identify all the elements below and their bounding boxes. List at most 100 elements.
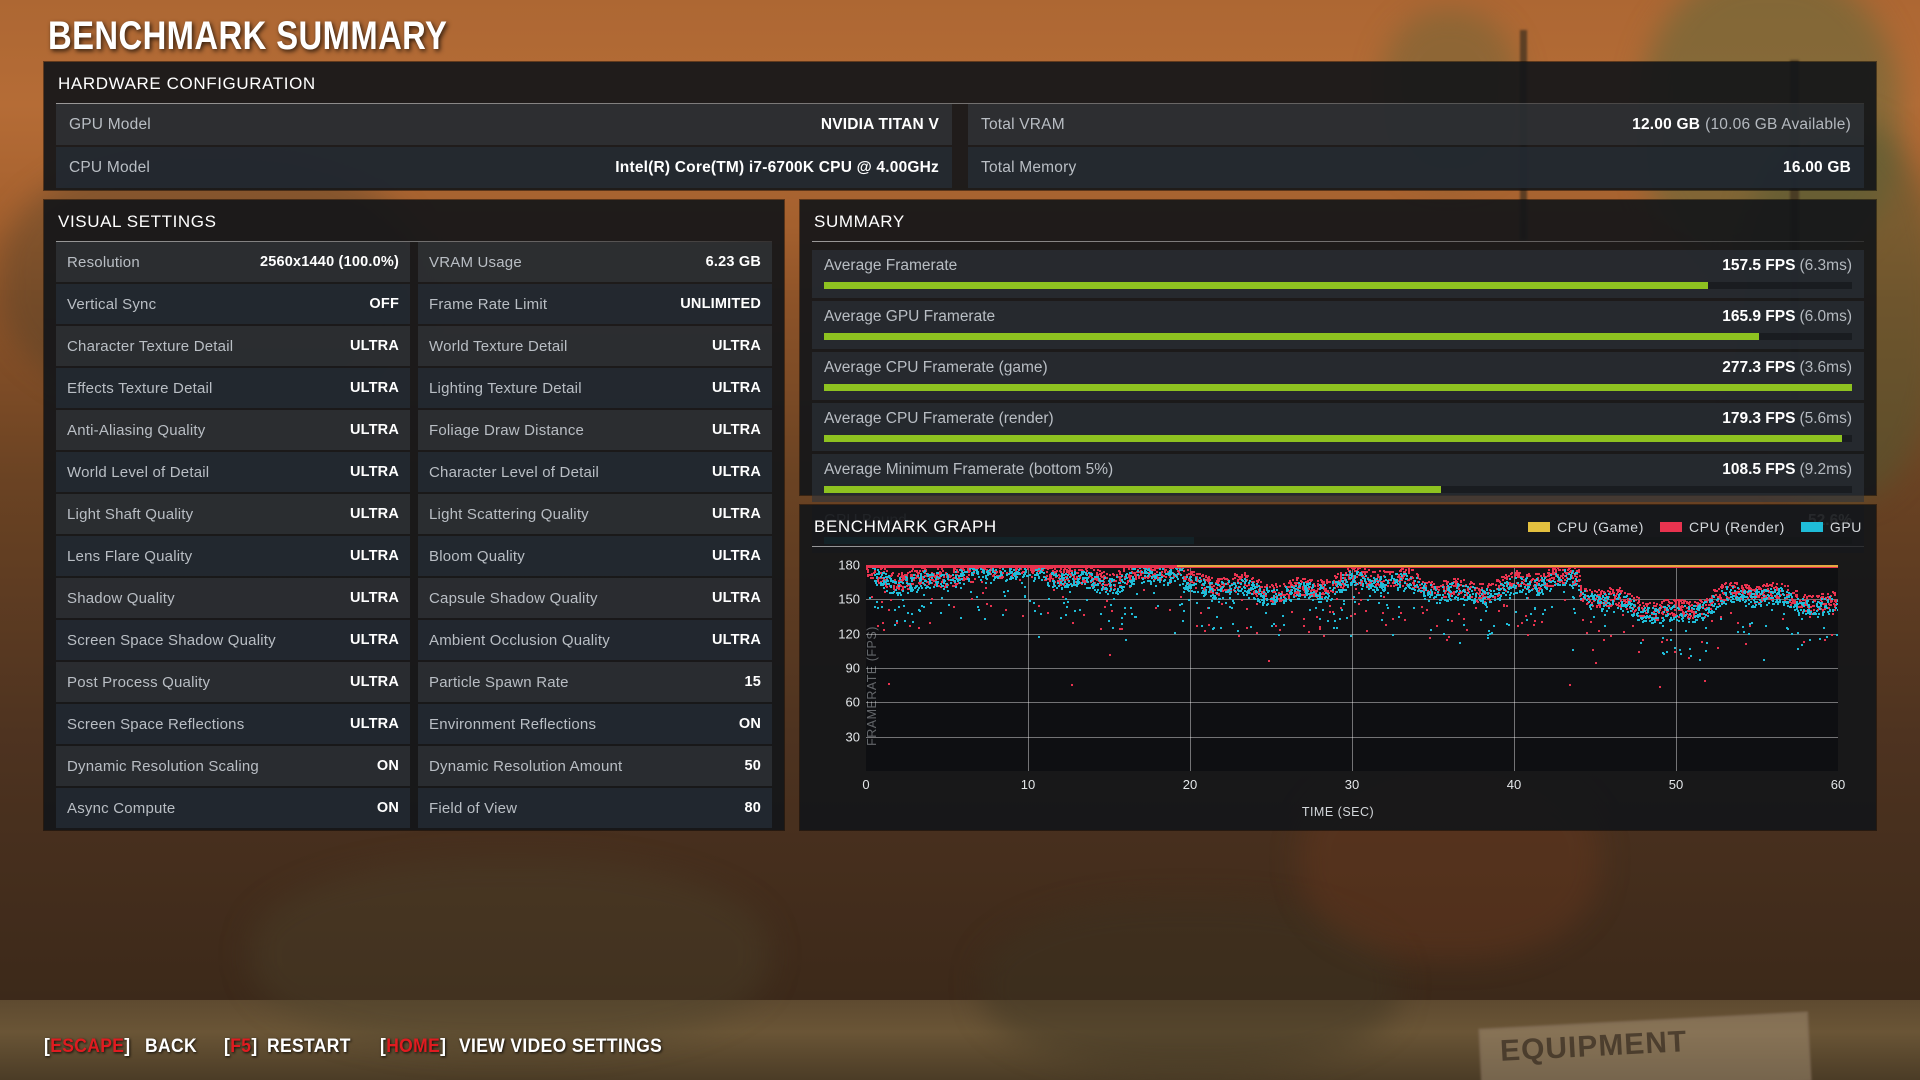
chart-point-gpu: [1359, 574, 1362, 577]
settings-row[interactable]: Capsule Shadow Quality ULTRA: [418, 578, 772, 618]
chart-point-gpu: [927, 577, 930, 580]
chart-point-gpu: [1170, 573, 1173, 576]
chart-point-gpu: [1759, 598, 1762, 601]
settings-row[interactable]: VRAM Usage 6.23 GB: [418, 242, 772, 282]
chart-point-cpu-render: [1589, 589, 1592, 592]
chart-point-gpu: [1467, 598, 1470, 601]
chart-point-gpu: [908, 586, 911, 589]
chart-point-gpu: [1209, 583, 1212, 586]
chart-point-gpu: [975, 571, 978, 574]
chart-point-gpu: [1109, 604, 1112, 607]
chart-point-gpu: [1707, 607, 1710, 610]
settings-row[interactable]: Bloom Quality ULTRA: [418, 536, 772, 576]
chart-point-gpu: [1622, 609, 1625, 612]
chart-point-cpu-render: [1669, 602, 1672, 605]
settings-row[interactable]: Total Memory 16.00 GB: [968, 147, 1864, 188]
chart-point-gpu: [1016, 573, 1019, 576]
chart-point-gpu: [1207, 590, 1210, 593]
summary-bar-track: [824, 435, 1852, 442]
chart-point-gpu: [1821, 614, 1824, 617]
settings-row[interactable]: Post Process Quality ULTRA: [56, 662, 410, 702]
settings-row[interactable]: Particle Spawn Rate 15: [418, 662, 772, 702]
chart-point-gpu: [1369, 579, 1372, 582]
settings-row[interactable]: Dynamic Resolution Scaling ON: [56, 746, 410, 786]
settings-row[interactable]: Light Shaft Quality ULTRA: [56, 494, 410, 534]
settings-row[interactable]: Field of View 80: [418, 788, 772, 828]
chart-point-gpu: [895, 588, 898, 591]
chart-point-gpu: [1195, 602, 1198, 604]
chart-point-gpu: [1607, 606, 1610, 609]
chart-point-gpu: [895, 592, 898, 595]
settings-row-value: ULTRA: [711, 632, 761, 648]
chart-point-gpu: [1364, 581, 1367, 584]
settings-row[interactable]: Frame Rate Limit UNLIMITED: [418, 284, 772, 324]
chart-point-gpu: [1525, 596, 1528, 599]
chart-point-gpu: [1725, 602, 1728, 605]
settings-row[interactable]: CPU Model Intel(R) Core(TM) i7-6700K CPU …: [56, 147, 952, 188]
chart-point-gpu: [1761, 590, 1764, 593]
chart-point-gpu: [1048, 598, 1050, 601]
chart-point-gpu: [1771, 609, 1774, 612]
chart-point-cpu-render: [953, 605, 956, 608]
chart-point-gpu: [1763, 659, 1766, 662]
settings-row-label: Bloom Quality: [429, 547, 525, 565]
settings-row[interactable]: Character Level of Detail ULTRA: [418, 452, 772, 492]
chart-point-gpu: [1363, 579, 1366, 582]
settings-row[interactable]: Lighting Texture Detail ULTRA: [418, 368, 772, 408]
chart-point-gpu: [1292, 596, 1295, 599]
chart-point-cpu-render: [1564, 599, 1567, 602]
summary-bar-fill: [824, 486, 1441, 493]
settings-row[interactable]: Async Compute ON: [56, 788, 410, 828]
settings-row[interactable]: Screen Space Reflections ULTRA: [56, 704, 410, 744]
settings-row[interactable]: World Level of Detail ULTRA: [56, 452, 410, 492]
chart-point-gpu: [1026, 574, 1029, 577]
chart-point-gpu: [1133, 582, 1135, 585]
settings-row[interactable]: Effects Texture Detail ULTRA: [56, 368, 410, 408]
legend-item: CPU (Render): [1659, 519, 1785, 535]
settings-row[interactable]: GPU Model NVIDIA TITAN V: [56, 104, 952, 145]
settings-row[interactable]: Total VRAM 12.00 GB (10.06 GB Available): [968, 104, 1864, 145]
chart-point-gpu: [1182, 583, 1185, 586]
chart-point-gpu: [1304, 587, 1307, 590]
settings-row[interactable]: Shadow Quality ULTRA: [56, 578, 410, 618]
settings-row[interactable]: Resolution 2560x1440 (100.0%): [56, 242, 410, 282]
settings-row-label: Total VRAM: [981, 115, 1065, 133]
chart-point-gpu: [962, 582, 965, 585]
chart-point-gpu: [1249, 626, 1252, 629]
chart-point-gpu: [1373, 577, 1376, 580]
chart-point-gpu: [902, 582, 905, 585]
settings-row[interactable]: World Texture Detail ULTRA: [418, 326, 772, 366]
chart-point-gpu: [1433, 595, 1436, 598]
settings-row[interactable]: Anti-Aliasing Quality ULTRA: [56, 410, 410, 450]
chart-point-gpu: [1539, 592, 1542, 595]
settings-row[interactable]: Environment Reflections ON: [418, 704, 772, 744]
chart-point-gpu: [992, 578, 995, 581]
benchmark-graph-panel-header: BENCHMARK GRAPH CPU (Game) CPU (Render) GP…: [800, 505, 1876, 546]
chart-point-cpu-render: [1271, 583, 1274, 586]
chart-point-gpu: [1743, 590, 1746, 593]
chart-point-gpu: [1180, 574, 1183, 577]
settings-row[interactable]: Lens Flare Quality ULTRA: [56, 536, 410, 576]
settings-row[interactable]: Screen Space Shadow Quality ULTRA: [56, 620, 410, 660]
chart-point-gpu: [1603, 597, 1606, 600]
chart-point-gpu: [1702, 616, 1705, 619]
settings-row-label: VRAM Usage: [429, 253, 522, 271]
chart-point-gpu: [1587, 595, 1590, 598]
chart-point-gpu: [1074, 572, 1077, 575]
settings-row[interactable]: Ambient Occlusion Quality ULTRA: [418, 620, 772, 660]
chart-point-cpu-render: [1329, 611, 1332, 614]
settings-row[interactable]: Character Texture Detail ULTRA: [56, 326, 410, 366]
chart-point-gpu: [1782, 592, 1785, 595]
chart-point-gpu: [1481, 588, 1484, 591]
settings-row[interactable]: Vertical Sync OFF: [56, 284, 410, 324]
chart-point-gpu: [1155, 584, 1158, 587]
settings-row[interactable]: Dynamic Resolution Amount 50: [418, 746, 772, 786]
settings-row[interactable]: Light Scattering Quality ULTRA: [418, 494, 772, 534]
settings-row[interactable]: Foliage Draw Distance ULTRA: [418, 410, 772, 450]
settings-row-label: Character Texture Detail: [67, 337, 234, 355]
chart-point-gpu: [1387, 591, 1390, 594]
chart-point-gpu: [880, 575, 883, 578]
chart-point-gpu: [968, 568, 971, 571]
chart-point-cpu-render: [1451, 620, 1454, 623]
chart-point-gpu: [1309, 608, 1312, 611]
